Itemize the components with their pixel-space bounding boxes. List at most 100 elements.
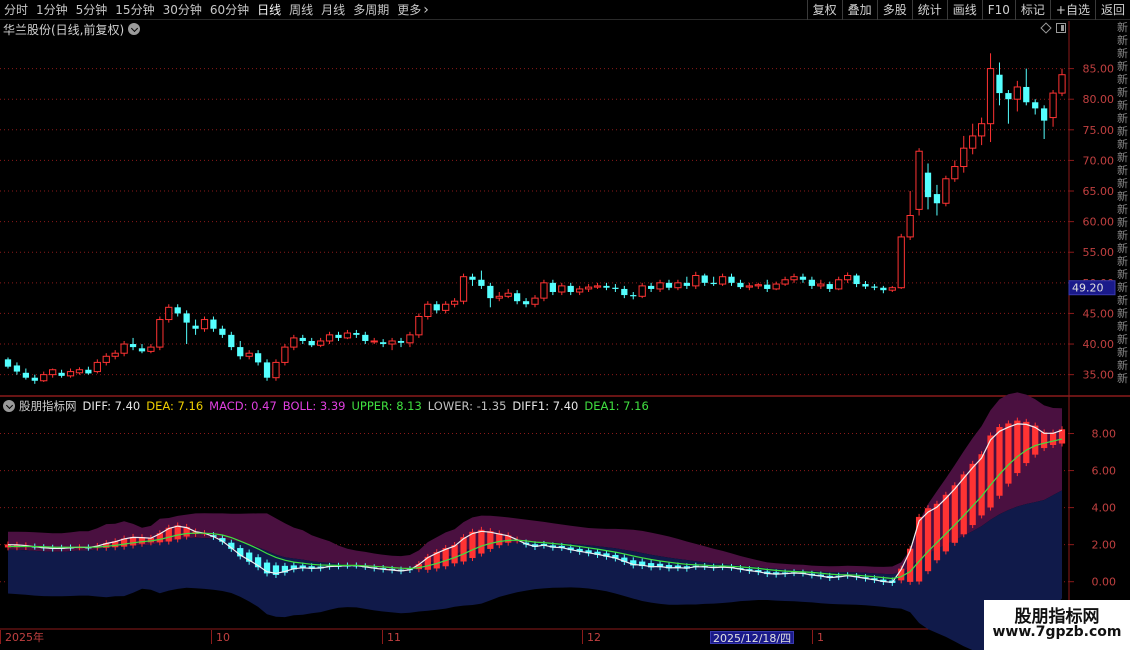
candle-body (308, 340, 315, 346)
candle-body (924, 172, 932, 198)
candle-body (951, 166, 959, 180)
edge-strip-char: 新 (1117, 268, 1128, 281)
edge-strip-char: 新 (1117, 99, 1128, 112)
diamond-icon[interactable] (1040, 22, 1052, 34)
edge-strip-char: 新 (1117, 86, 1128, 99)
indicator-value: MACD: 0.47 (209, 399, 277, 413)
cursor-date-label: 2025/12/18/四 (710, 631, 795, 645)
period-tab[interactable]: 分时 (0, 0, 32, 20)
candle-body (701, 275, 708, 283)
edge-strip-char: 新 (1117, 216, 1128, 229)
candle-body (147, 346, 155, 352)
toolbar-button[interactable]: 统计 (911, 0, 947, 20)
more-periods-tab[interactable]: 更多 › (393, 0, 433, 20)
candlestick-layer (4, 53, 1066, 384)
candle-body (192, 325, 199, 329)
candle-body (343, 332, 352, 339)
candle-body (120, 343, 128, 354)
period-tab[interactable]: 30分钟 (159, 0, 206, 20)
chart-canvas[interactable]: 85.00 80.00 75.00 70.00 65.00 60.00 55.00 50.00… (0, 0, 1130, 650)
macd-bar (67, 547, 74, 549)
macd-bar (790, 572, 798, 574)
edge-strip-char: 新 (1117, 164, 1128, 177)
toolbar-button[interactable]: 多股 (876, 0, 912, 20)
macd-bar (862, 577, 869, 579)
toolbar-button[interactable]: 复权 (806, 0, 842, 20)
edge-strip-char: 新 (1117, 34, 1128, 47)
chevron-down-icon[interactable] (3, 400, 15, 412)
macd-bar (960, 474, 967, 535)
candle-body (1032, 102, 1039, 109)
candle-body (469, 276, 476, 280)
macd-bar (192, 531, 199, 534)
candle-body (710, 282, 717, 285)
candle-body (325, 334, 334, 342)
edge-strip-char: 新 (1117, 359, 1128, 372)
indicator-value: DIFF1: 7.40 (512, 399, 579, 413)
chevron-down-icon[interactable] (128, 23, 141, 35)
candle-body (638, 285, 646, 297)
toolbar-button[interactable]: 返回 (1094, 0, 1130, 20)
macd-bar (1014, 420, 1021, 474)
candle-body (647, 285, 655, 289)
macd-bar (987, 435, 994, 508)
toolbar-button[interactable]: 叠加 (841, 0, 877, 20)
macd-bar (1049, 432, 1057, 446)
macd-bar (630, 560, 637, 566)
macd-bar (549, 545, 556, 548)
watermark: 股朋指标网 www.7gpzb.com (984, 600, 1130, 650)
candle-body (522, 301, 530, 305)
period-tab[interactable]: 周线 (285, 0, 317, 20)
dea1-line (8, 438, 1063, 580)
period-tab[interactable]: 5分钟 (72, 0, 112, 20)
candle-body (459, 276, 468, 302)
macd-bar (755, 570, 762, 573)
period-tab[interactable]: 多周期 (349, 0, 393, 20)
macd-bar (701, 565, 708, 567)
period-tab[interactable]: 15分钟 (111, 0, 158, 20)
price-tick-label: 85.00 (1083, 63, 1115, 76)
period-toolbar: 分时 1分钟 5分钟 15分钟 30分钟 60分钟 日线 周线 月线 多周期 更多 › 复权 叠加 多股统… (0, 0, 1130, 20)
toolbar-button[interactable]: 标记 (1014, 0, 1050, 20)
candle-body (826, 284, 833, 289)
edge-strip-char: 新 (1117, 346, 1128, 359)
toolbar-button[interactable]: F10 (981, 0, 1015, 20)
macd-bar (656, 563, 664, 568)
date-label: 2025年 (5, 631, 44, 644)
period-tab[interactable]: 1分钟 (32, 0, 72, 20)
edge-strip-char: 新 (1117, 21, 1128, 34)
candle-body (835, 279, 843, 290)
macd-bar (496, 533, 503, 546)
main-chart-controls (1040, 22, 1066, 34)
edge-strip-char: 新 (1117, 190, 1128, 203)
macd-bar (326, 565, 333, 567)
indicator-name[interactable]: 股朋指标网 (19, 398, 77, 414)
candle-body (370, 340, 378, 343)
toolbar-button[interactable]: +自选 (1049, 0, 1095, 20)
candle-body (335, 334, 342, 338)
macd-bar (844, 575, 851, 577)
candle-body (897, 236, 905, 289)
candle-body (4, 359, 12, 367)
candle-body (871, 286, 878, 288)
candle-body (612, 287, 619, 289)
macd-bar (951, 485, 958, 543)
date-tick (382, 630, 383, 644)
candle-body (737, 282, 744, 288)
period-tab[interactable]: 60分钟 (206, 0, 253, 20)
period-tab[interactable]: 月线 (317, 0, 349, 20)
candle-body (415, 315, 423, 336)
candle-body (397, 340, 405, 343)
macd-bar (120, 538, 128, 547)
toolbar-button[interactable]: 画线 (946, 0, 982, 20)
macd-bar (924, 508, 932, 572)
price-tick-label: 55.00 (1083, 246, 1115, 259)
stock-title[interactable]: 华兰股份(日线,前复权) (0, 21, 124, 38)
period-tab[interactable]: 日线 (253, 0, 285, 20)
window-toggle-icon[interactable] (1056, 23, 1066, 33)
edge-strip-char: 新 (1117, 125, 1128, 138)
candle-body (754, 284, 762, 287)
candle-body (728, 276, 735, 283)
candle-body (674, 282, 682, 289)
macd-bar (469, 531, 476, 559)
